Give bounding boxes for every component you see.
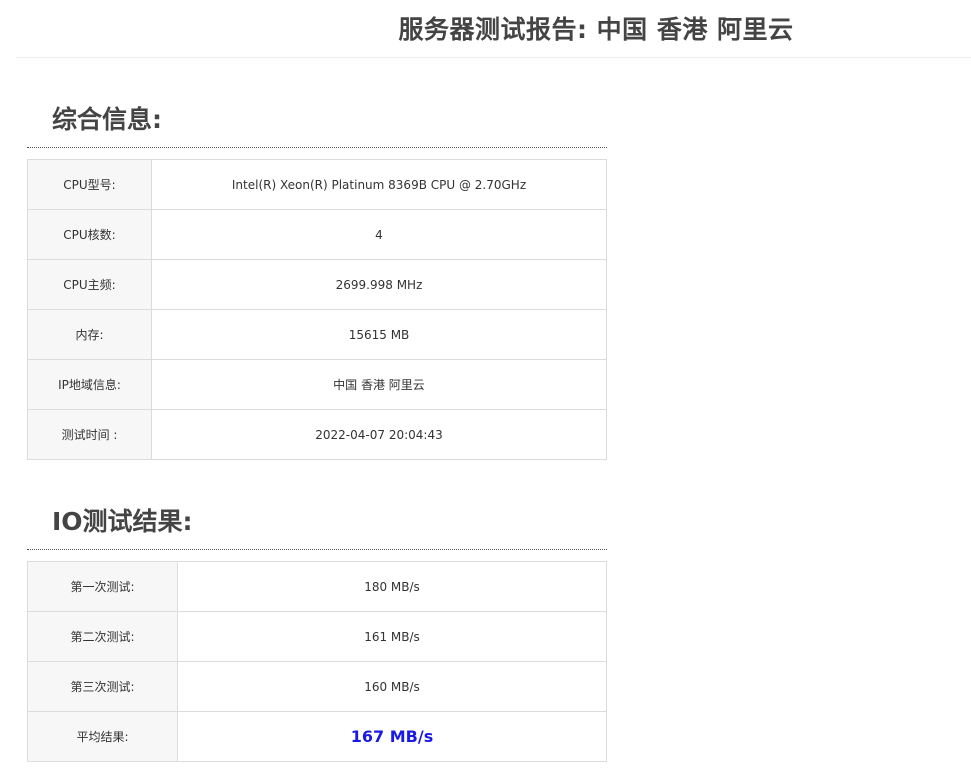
row-value: Intel(R) Xeon(R) Platinum 8369B CPU @ 2.…	[151, 159, 607, 210]
row-label: CPU主频:	[27, 259, 152, 310]
table-row: CPU主频: 2699.998 MHz	[27, 259, 607, 310]
row-value: 中国 香港 阿里云	[151, 359, 607, 410]
row-label: 测试时间 :	[27, 409, 152, 460]
row-label: 平均结果:	[27, 711, 178, 762]
average-result-value: 167 MB/s	[350, 727, 434, 746]
row-label: 第二次测试:	[27, 611, 178, 662]
general-info-divider	[27, 147, 607, 148]
table-row: 平均结果: 167 MB/s	[27, 711, 607, 762]
row-label: 内存:	[27, 309, 152, 360]
general-info-table: CPU型号: Intel(R) Xeon(R) Platinum 8369B C…	[27, 159, 607, 460]
table-row: IP地域信息: 中国 香港 阿里云	[27, 359, 607, 410]
io-results-heading: IO测试结果:	[52, 507, 193, 536]
table-row: 内存: 15615 MB	[27, 309, 607, 360]
table-row: 第二次测试: 161 MB/s	[27, 611, 607, 662]
io-results-divider	[27, 549, 607, 550]
row-value: 2699.998 MHz	[151, 259, 607, 310]
row-label: 第一次测试:	[27, 561, 178, 612]
table-row: 第三次测试: 160 MB/s	[27, 661, 607, 712]
average-result-cell: 167 MB/s	[177, 711, 607, 762]
title-divider	[16, 57, 971, 58]
row-label: 第三次测试:	[27, 661, 178, 712]
table-row: CPU型号: Intel(R) Xeon(R) Platinum 8369B C…	[27, 159, 607, 210]
row-label: CPU核数:	[27, 209, 152, 260]
row-value: 4	[151, 209, 607, 260]
table-row: 第一次测试: 180 MB/s	[27, 561, 607, 612]
row-value: 15615 MB	[151, 309, 607, 360]
row-label: IP地域信息:	[27, 359, 152, 410]
row-value: 161 MB/s	[177, 611, 607, 662]
io-results-table: 第一次测试: 180 MB/s 第二次测试: 161 MB/s 第三次测试: 1…	[27, 561, 607, 762]
general-info-heading: 综合信息:	[52, 105, 162, 134]
report-page: 服务器测试报告: 中国 香港 阿里云 综合信息: CPU型号: Intel(R)…	[0, 0, 971, 776]
row-value: 2022-04-07 20:04:43	[151, 409, 607, 460]
row-value: 160 MB/s	[177, 661, 607, 712]
row-label: CPU型号:	[27, 159, 152, 210]
table-row: CPU核数: 4	[27, 209, 607, 260]
row-value: 180 MB/s	[177, 561, 607, 612]
page-title: 服务器测试报告: 中国 香港 阿里云	[398, 15, 794, 44]
table-row: 测试时间 : 2022-04-07 20:04:43	[27, 409, 607, 460]
